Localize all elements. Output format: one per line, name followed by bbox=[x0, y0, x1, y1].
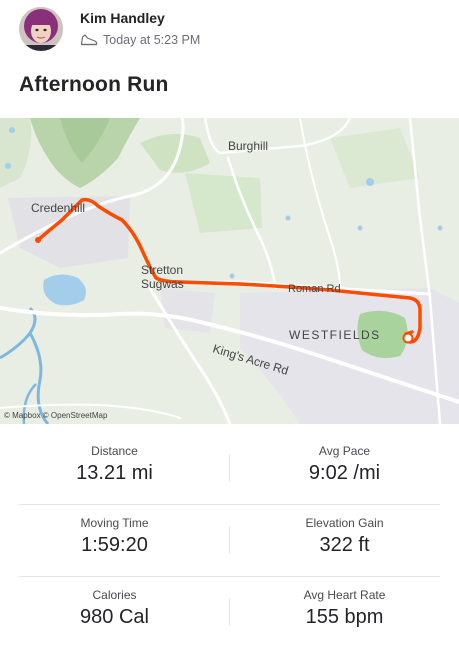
stat-value: 155 bpm bbox=[305, 606, 384, 628]
route-start-marker bbox=[35, 237, 41, 243]
route-end-marker bbox=[402, 332, 414, 344]
urban-area bbox=[160, 288, 215, 333]
activity-meta: Today at 5:23 PM bbox=[80, 33, 200, 47]
avatar-photo bbox=[19, 7, 63, 51]
stat-label: Calories bbox=[92, 588, 137, 602]
map-label-credenhill: Credenhill bbox=[31, 201, 85, 215]
stat-elevation-gain: Elevation Gain 322 ft bbox=[230, 504, 459, 576]
map-label-westfields: WESTFIELDS bbox=[289, 328, 381, 342]
stat-value: 1:59:20 bbox=[81, 534, 148, 556]
map-label-burghill: Burghill bbox=[228, 139, 268, 153]
avatar[interactable] bbox=[19, 7, 63, 51]
stat-label: Avg Pace bbox=[318, 444, 371, 458]
athlete-name[interactable]: Kim Handley bbox=[80, 10, 165, 26]
stat-value: 322 ft bbox=[319, 534, 370, 556]
stat-value: 9:02 /mi bbox=[308, 462, 381, 484]
stat-moving-time: Moving Time 1:59:20 bbox=[0, 504, 229, 576]
stat-label: Elevation Gain bbox=[305, 516, 384, 530]
map-attribution[interactable]: © Mapbox © OpenStreetMap bbox=[4, 411, 108, 420]
stat-label: Moving Time bbox=[80, 516, 149, 530]
stat-distance: Distance 13.21 mi bbox=[0, 432, 229, 504]
stat-calories: Calories 980 Cal bbox=[0, 576, 229, 648]
map-label-stretton: Stretton bbox=[141, 263, 183, 277]
map-label-roman-rd: Roman Rd bbox=[288, 283, 341, 295]
running-shoe-icon bbox=[80, 34, 98, 46]
route-map-canvas: Burghill Credenhill Stretton Sugwas Roma… bbox=[0, 118, 459, 424]
stat-label: Distance bbox=[91, 444, 138, 458]
map-label-sugwas: Sugwas bbox=[141, 277, 184, 291]
stat-label: Avg Heart Rate bbox=[303, 588, 386, 602]
stats-row: Moving Time 1:59:20 Elevation Gain 322 f… bbox=[0, 504, 459, 576]
route-map[interactable]: Burghill Credenhill Stretton Sugwas Roma… bbox=[0, 118, 459, 424]
stat-value: 13.21 mi bbox=[76, 462, 153, 484]
stat-avg-pace: Avg Pace 9:02 /mi bbox=[230, 432, 459, 504]
activity-header: Kim Handley Today at 5:23 PM bbox=[0, 0, 459, 60]
stats-grid: Distance 13.21 mi Avg Pace 9:02 /mi Movi… bbox=[0, 432, 459, 648]
stat-value: 980 Cal bbox=[80, 606, 149, 628]
stat-avg-heart-rate: Avg Heart Rate 155 bpm bbox=[230, 576, 459, 648]
activity-time: Today at 5:23 PM bbox=[103, 33, 201, 47]
activity-title[interactable]: Afternoon Run bbox=[19, 73, 169, 97]
stats-row: Calories 980 Cal Avg Heart Rate 155 bpm bbox=[0, 576, 459, 648]
stats-row: Distance 13.21 mi Avg Pace 9:02 /mi bbox=[0, 432, 459, 504]
